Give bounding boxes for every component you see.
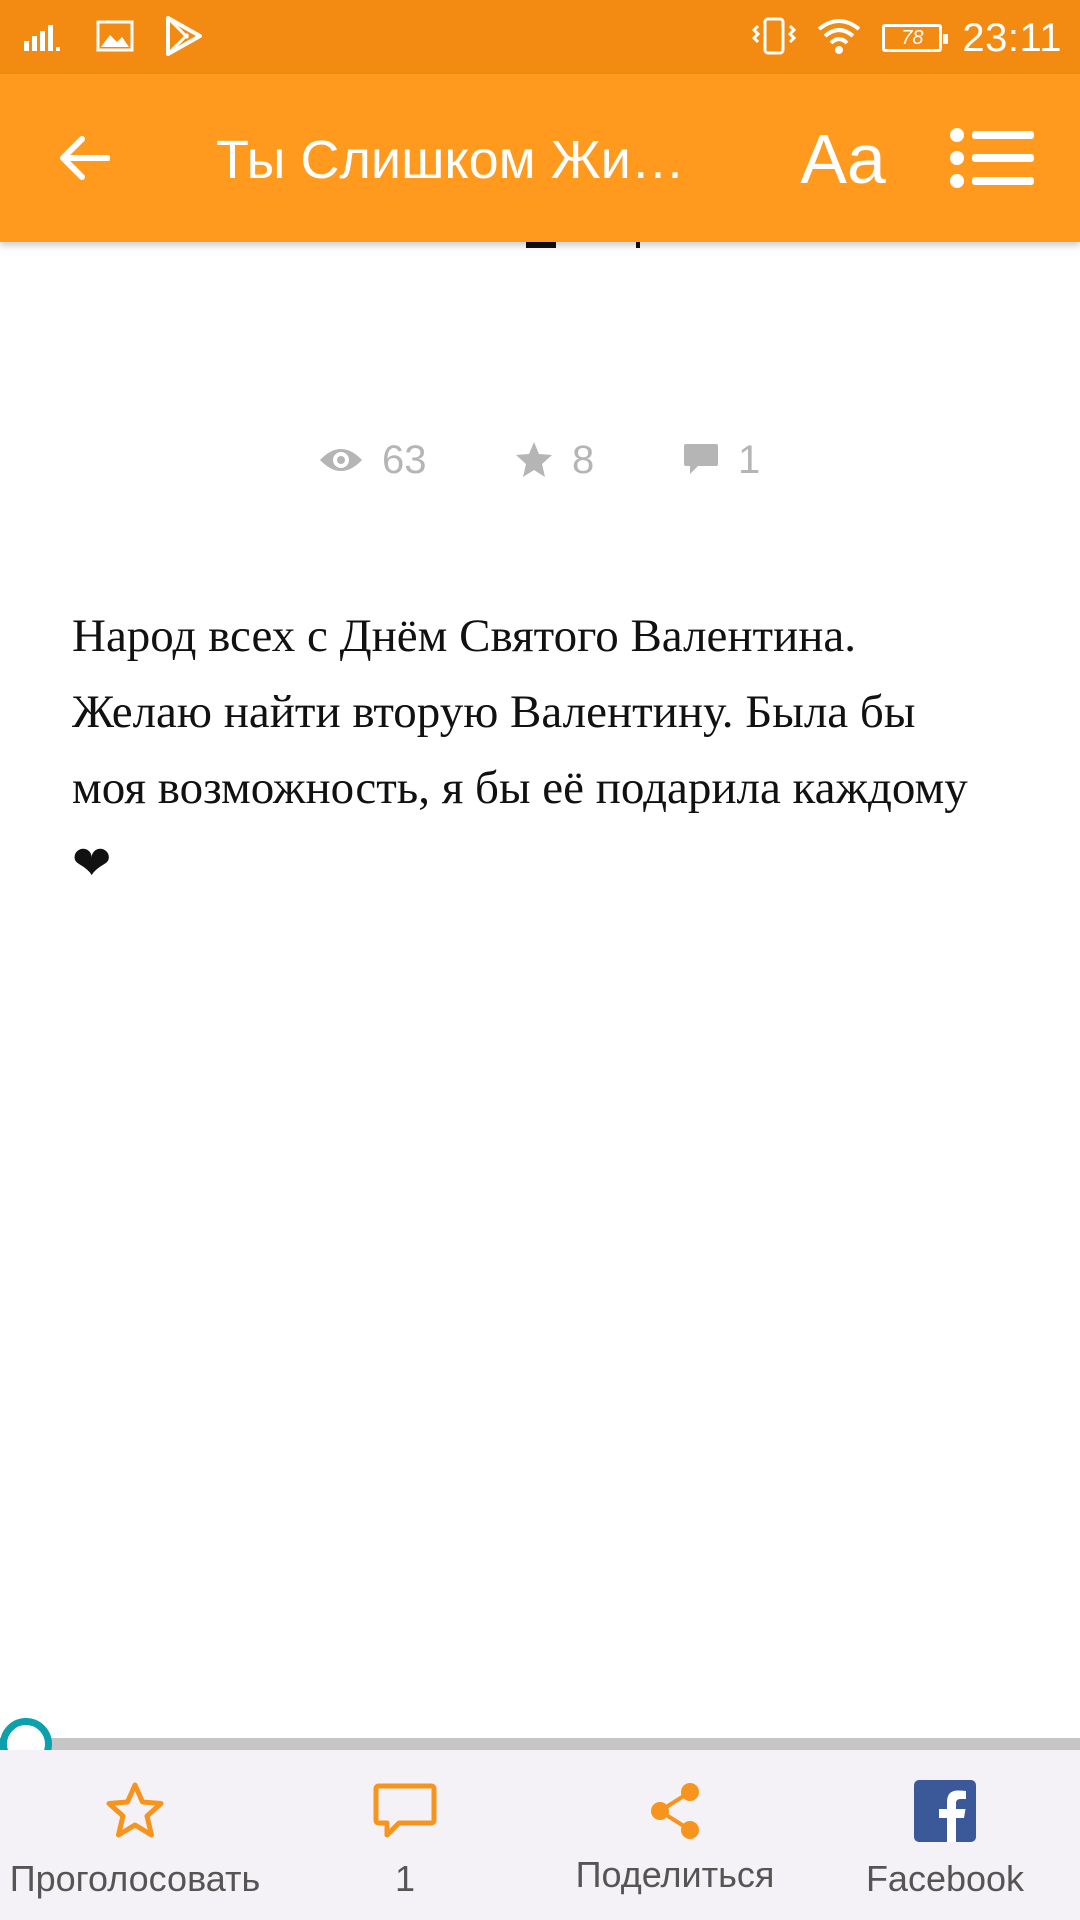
status-bar: 78 23:11 [0, 0, 1080, 74]
battery-icon: 78 [882, 24, 949, 52]
play-store-icon [164, 15, 204, 61]
vote-button[interactable]: Проголосовать [0, 1750, 270, 1920]
vote-icon-wrap [0, 1776, 270, 1846]
comments-button[interactable]: 1 [270, 1750, 540, 1920]
list-menu-icon [950, 128, 1034, 188]
status-bar-right: 78 23:11 [752, 10, 1062, 66]
wifi-icon [816, 17, 862, 60]
comment-outline-icon [373, 1783, 437, 1838]
star-outline-icon [106, 1782, 164, 1838]
facebook-icon-wrap [810, 1776, 1080, 1846]
back-button[interactable] [44, 118, 124, 198]
chapters-menu-button[interactable] [944, 118, 1040, 198]
facebook-label: Facebook [865, 1858, 1025, 1899]
views-stat: 63 [318, 432, 427, 488]
battery-level: 78 [901, 26, 924, 49]
screen: 78 23:11 Ты Слишком Жир… Aa 63 8 1 Народ… [0, 0, 1080, 1920]
signal-icon [24, 21, 66, 56]
reading-progress-track[interactable] [0, 1718, 1080, 1770]
bottom-action-bar: Проголосовать 1 Поделиться Facebook [0, 1750, 1080, 1920]
facebook-icon [914, 1780, 976, 1842]
vote-label: Проголосовать [9, 1858, 261, 1899]
comments-icon-wrap [270, 1776, 540, 1846]
app-bar: Ты Слишком Жир… Aa [0, 74, 1080, 242]
story-stats: 63 8 1 [0, 432, 1080, 488]
status-time: 23:11 [962, 15, 1062, 60]
views-count: 63 [382, 437, 427, 482]
story-text: Народ всех с Днём Святого Валентина. Жел… [72, 610, 968, 890]
image-notification-icon [96, 20, 134, 57]
facebook-button[interactable]: Facebook [810, 1750, 1080, 1920]
back-arrow-icon [60, 136, 110, 180]
votes-count: 8 [572, 437, 595, 482]
star-icon [516, 442, 552, 477]
share-button[interactable]: Поделиться [540, 1750, 810, 1920]
share-icon-wrap [540, 1776, 810, 1846]
comments-stat: 1 [682, 432, 760, 488]
comments-count: 1 [738, 437, 761, 482]
votes-stat: 8 [514, 432, 594, 488]
eye-icon [320, 449, 362, 471]
share-label: Поделиться [575, 1854, 775, 1895]
comments-button-label: 1 [394, 1858, 416, 1899]
font-size-button[interactable]: Aa [778, 116, 908, 202]
share-icon [651, 1783, 699, 1839]
vibrate-icon [752, 16, 797, 61]
status-bar-left [24, 15, 204, 61]
page-title: Ты Слишком Жир… [216, 130, 696, 190]
comment-icon [684, 444, 718, 474]
